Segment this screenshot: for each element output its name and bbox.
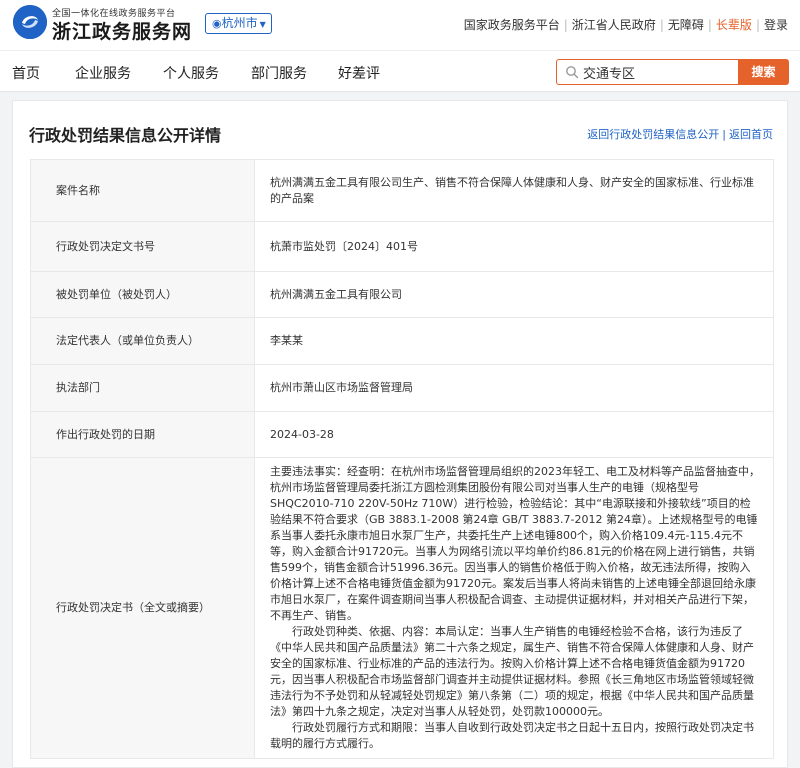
nav-item-rating[interactable]: 好差评 [338, 63, 380, 83]
row-value: 杭萧市监处罚〔2024〕401号 [254, 221, 774, 272]
logo-title[interactable]: 浙江政务服务网 [52, 17, 192, 44]
page-title: 行政处罚结果信息公开详情 [29, 126, 222, 145]
back-to-list-link[interactable]: 返回行政处罚结果信息公开 [587, 128, 719, 141]
table-row: 被处罚单位（被处罚人） 杭州满满五金工具有限公司 [30, 271, 774, 318]
row-label: 作出行政处罚的日期 [30, 411, 255, 458]
row-label: 行政处罚决定文书号 [30, 221, 255, 272]
row-label: 法定代表人（或单位负责人） [30, 317, 255, 365]
top-links: 国家政务服务平台 | 浙江省人民政府 | 无障碍 | 长辈版 | 登录 [464, 16, 788, 33]
decision-paragraph: 主要违法事实：经查明：在杭州市场监督管理局组织的2023年轻工、电工及材料等产品… [270, 465, 760, 622]
location-pin-icon: ◉ [212, 17, 222, 30]
link-accessibility[interactable]: 无障碍 [668, 18, 704, 32]
divider: | [722, 128, 726, 141]
divider: | [707, 18, 712, 32]
content-panel: 行政处罚结果信息公开详情 返回行政处罚结果信息公开 | 返回首页 案件名称 杭州满满… [12, 100, 788, 768]
row-label: 被处罚单位（被处罚人） [30, 271, 255, 318]
table-row: 执法部门 杭州市萧山区市场监督管理局 [30, 364, 774, 412]
divider: | [563, 18, 568, 32]
decision-paragraph: 行政处罚履行方式和期限：当事人自收到行政处罚决定书之日起十五日内，按照行政处罚决… [270, 721, 754, 750]
chevron-down-icon: ▼ [259, 20, 266, 29]
table-row: 作出行政处罚的日期 2024-03-28 [30, 411, 774, 458]
detail-table: 案件名称 杭州满满五金工具有限公司生产、销售不符合保障人体健康和人身、财产安全的… [30, 159, 774, 759]
row-value: 杭州市萧山区市场监督管理局 [254, 364, 774, 412]
row-label: 案件名称 [30, 159, 255, 222]
link-national-platform[interactable]: 国家政务服务平台 [464, 18, 560, 32]
row-label: 执法部门 [30, 364, 255, 412]
top-header: 全国一体化在线政务服务平台 浙江政务服务网 ◉杭州市 ▼ 国家政务服务平台 | 浙江省… [0, 0, 800, 50]
nav-item-enterprise[interactable]: 企业服务 [75, 63, 131, 83]
nav-item-personal[interactable]: 个人服务 [163, 63, 219, 83]
link-provincial-government[interactable]: 浙江省人民政府 [572, 18, 656, 32]
city-select[interactable]: ◉杭州市 ▼ [205, 13, 272, 34]
row-value: 杭州满满五金工具有限公司 [254, 271, 774, 318]
nav-item-department[interactable]: 部门服务 [251, 63, 307, 83]
nav-item-home[interactable]: 首页 [12, 63, 40, 83]
row-label: 行政处罚决定书（全文或摘要） [30, 457, 255, 759]
main-nav: 首页 企业服务 个人服务 部门服务 好差评 搜索 [0, 50, 800, 92]
table-row: 行政处罚决定文书号 杭萧市监处罚〔2024〕401号 [30, 221, 774, 272]
decision-text: 主要违法事实：经查明：在杭州市场监督管理局组织的2023年轻工、电工及材料等产品… [254, 457, 774, 759]
divider: | [659, 18, 664, 32]
search-icon [566, 66, 579, 79]
city-label: 杭州市 [221, 16, 258, 30]
logo-icon[interactable] [13, 5, 47, 39]
link-elder-mode[interactable]: 长辈版 [716, 18, 752, 32]
title-links: 返回行政处罚结果信息公开 | 返回首页 [587, 126, 773, 142]
divider: | [755, 18, 760, 32]
table-row: 法定代表人（或单位负责人） 李某某 [30, 317, 774, 365]
search-box [556, 59, 738, 85]
search-button[interactable]: 搜索 [738, 59, 789, 85]
row-value: 2024-03-28 [254, 411, 774, 458]
row-value: 李某某 [254, 317, 774, 365]
row-value: 杭州满满五金工具有限公司生产、销售不符合保障人体健康和人身、财产安全的国家标准、… [254, 159, 774, 222]
link-login[interactable]: 登录 [764, 18, 788, 32]
table-row: 案件名称 杭州满满五金工具有限公司生产、销售不符合保障人体健康和人身、财产安全的… [30, 159, 774, 222]
decision-paragraph: 行政处罚种类、依据、内容：本局认定：当事人生产销售的电锤经检验不合格，该行为违反… [270, 625, 754, 718]
back-to-home-link[interactable]: 返回首页 [729, 128, 773, 141]
table-row: 行政处罚决定书（全文或摘要） 主要违法事实：经查明：在杭州市场监督管理局组织的2… [30, 457, 774, 759]
search-input[interactable] [583, 62, 733, 82]
